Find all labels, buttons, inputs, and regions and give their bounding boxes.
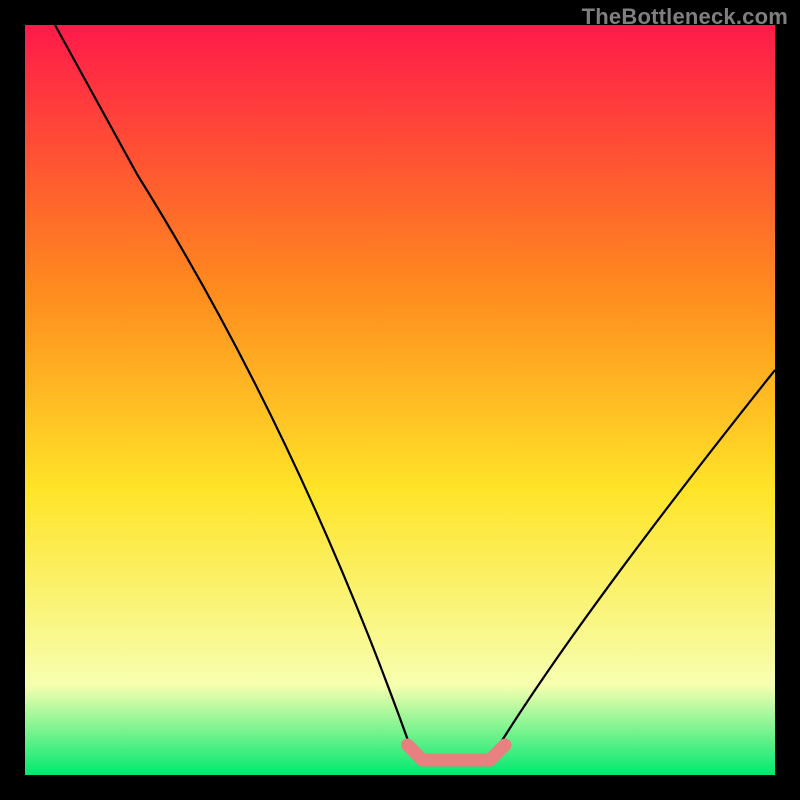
chart-frame: TheBottleneck.com <box>0 0 800 800</box>
bottleneck-chart <box>25 25 775 775</box>
gradient-background <box>25 25 775 775</box>
